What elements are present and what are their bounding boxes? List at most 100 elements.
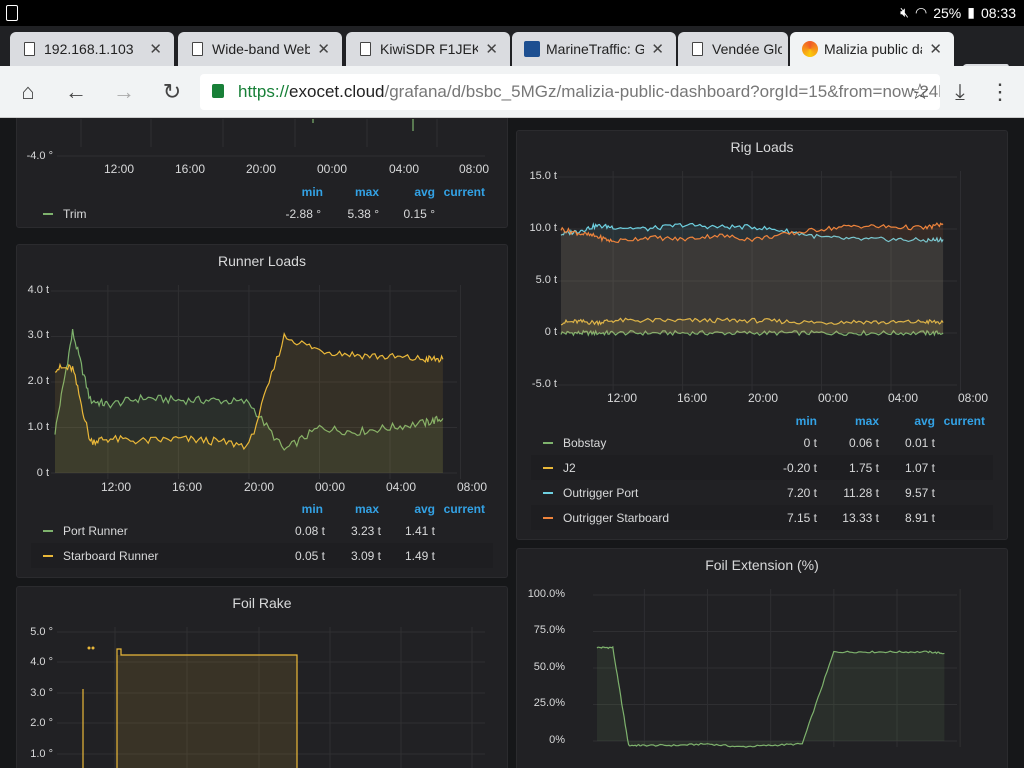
series-max: 0.06 t <box>848 436 879 450</box>
legend-row-j2[interactable]: J2 -0.20 t 1.75 t 1.07 t <box>531 455 993 480</box>
series-max: 13.33 t <box>842 511 879 525</box>
menu-icon[interactable]: ⋮ <box>986 78 1014 106</box>
series-min: -2.88 ° <box>285 207 321 221</box>
legend-row-port-runner[interactable]: Port Runner 0.08 t 3.23 t 1.41 t <box>31 518 493 543</box>
close-icon[interactable]: ✕ <box>317 40 330 58</box>
lock-icon <box>212 84 224 98</box>
trim-x-tick: 08:00 <box>458 162 490 176</box>
tab-4[interactable]: MarineTraffic: Global ✕ <box>512 32 676 66</box>
close-icon[interactable]: ✕ <box>651 40 664 58</box>
tab-5[interactable]: Vendée Globe <box>678 32 788 66</box>
tab-label: Malizia public dashboard <box>824 41 922 57</box>
series-name: Port Runner <box>63 524 128 538</box>
x-tick: 12:00 <box>100 480 132 494</box>
series-min: 7.15 t <box>786 511 817 525</box>
x-tick: 00:00 <box>817 391 849 405</box>
reload-icon[interactable]: ↻ <box>158 78 186 106</box>
legend-header-max[interactable]: max <box>335 502 379 516</box>
android-status-bar: 🔇︎ ◠ 25% ▮ 08:33 <box>0 0 1024 26</box>
close-icon[interactable]: ✕ <box>485 40 498 58</box>
wifi-icon: ◠ <box>914 4 928 20</box>
series-name: Outrigger Port <box>563 486 639 500</box>
tab-label: Vendée Globe <box>712 41 782 57</box>
x-tick: 08:00 <box>957 391 989 405</box>
legend-row-outrigger-starboard[interactable]: Outrigger Starboard 7.15 t 13.33 t 8.91 … <box>531 505 993 530</box>
series-swatch <box>543 517 553 519</box>
url-path: /grafana/d/bsbc_5MGz/malizia-public-dash… <box>384 82 940 101</box>
battery-icon: ▮ <box>967 4 975 20</box>
series-swatch <box>543 442 553 444</box>
series-avg: 8.91 t <box>904 511 935 525</box>
trim-x-tick: 12:00 <box>103 162 135 176</box>
series-name: Outrigger Starboard <box>563 511 670 525</box>
series-name: Bobstay <box>563 436 607 450</box>
legend-header-max[interactable]: max <box>335 185 379 199</box>
address-bar[interactable]: https://exocet.cloud/grafana/d/bsbc_5MGz… <box>200 74 940 110</box>
tab-2[interactable]: Wide-band WebSDR ✕ <box>178 32 342 66</box>
tab-3[interactable]: KiwiSDR F1JEK/ ✕ <box>346 32 510 66</box>
series-swatch <box>543 467 553 469</box>
tab-label: 192.168.1.103 <box>44 41 134 57</box>
legend-header-min[interactable]: min <box>281 185 323 199</box>
foil-extension-chart[interactable] <box>517 549 1009 768</box>
series-avg: 1.49 t <box>404 549 435 563</box>
runner-loads-panel: Runner Loads 4.0 t 3.0 t 2.0 t 1.0 t 0 t… <box>16 244 508 578</box>
legend-header-max[interactable]: max <box>835 414 879 428</box>
tab-label: MarineTraffic: Global <box>546 41 644 57</box>
x-tick: 00:00 <box>314 480 346 494</box>
tab-label: Wide-band WebSDR <box>212 41 310 57</box>
series-name: Trim <box>63 207 87 221</box>
close-icon[interactable]: ✕ <box>929 40 942 58</box>
back-icon[interactable]: ← <box>62 78 90 106</box>
series-max: 11.28 t <box>843 486 879 500</box>
marinetraffic-icon <box>524 41 540 57</box>
series-avg: 1.41 t <box>404 524 435 538</box>
foil-rake-panel: Foil Rake 5.0 ° 4.0 ° 3.0 ° 2.0 ° 1.0 ° <box>16 586 508 768</box>
trim-x-tick: 04:00 <box>388 162 420 176</box>
legend-header-min[interactable]: min <box>281 502 323 516</box>
legend-row-starboard-runner[interactable]: Starboard Runner 0.05 t 3.09 t 1.49 t <box>31 543 493 568</box>
forward-icon[interactable]: → <box>110 78 138 106</box>
legend-header-avg[interactable]: avg <box>893 414 935 428</box>
series-min: 0 t <box>803 436 817 450</box>
foil-extension-panel: Foil Extension (%) 100.0% 75.0% 50.0% 25… <box>516 548 1008 768</box>
clock: 08:33 <box>980 4 1016 21</box>
home-icon[interactable]: ⌂ <box>14 78 42 106</box>
legend-row-bobstay[interactable]: Bobstay 0 t 0.06 t 0.01 t <box>531 430 993 455</box>
series-name: J2 <box>563 461 576 475</box>
series-name: Starboard Runner <box>63 549 159 563</box>
grafana-icon <box>802 41 818 57</box>
browser-tab-strip: 192.168.1.103 ✕ Wide-band WebSDR ✕ KiwiS… <box>0 26 1024 84</box>
series-max: 1.75 t <box>848 461 879 475</box>
close-icon[interactable]: ✕ <box>149 40 162 58</box>
legend-header-current[interactable]: current <box>437 502 485 516</box>
legend-row-trim[interactable]: Trim -2.88 ° 5.38 ° 0.15 ° <box>31 201 493 226</box>
tab-active[interactable]: Malizia public dashboard ✕ <box>790 32 954 66</box>
trim-panel: -4.0 ° 12:00 16:00 20:00 00:00 04:00 08:… <box>16 118 508 228</box>
trim-y-tick: -4.0 ° <box>26 150 53 162</box>
legend-header-min[interactable]: min <box>775 414 817 428</box>
star-icon[interactable]: ☆ <box>906 78 934 106</box>
foil-rake-chart[interactable] <box>17 587 509 768</box>
legend-header-current[interactable]: current <box>937 414 985 428</box>
legend-header-current[interactable]: current <box>437 185 485 199</box>
legend-header-avg[interactable]: avg <box>393 185 435 199</box>
x-tick: 08:00 <box>456 480 488 494</box>
series-swatch <box>43 213 53 215</box>
series-swatch <box>43 555 53 557</box>
tab-label: KiwiSDR F1JEK/ <box>380 41 478 57</box>
series-max: 3.23 t <box>350 524 381 538</box>
dashboard: -4.0 ° 12:00 16:00 20:00 00:00 04:00 08:… <box>0 118 1024 768</box>
x-tick: 20:00 <box>243 480 275 494</box>
x-tick: 04:00 <box>385 480 417 494</box>
legend-header-avg[interactable]: avg <box>393 502 435 516</box>
download-icon[interactable]: ⤓ <box>946 78 974 106</box>
series-max: 5.38 ° <box>347 207 380 221</box>
document-icon <box>192 42 203 56</box>
legend-row-outrigger-port[interactable]: Outrigger Port 7.20 t 11.28 t 9.57 t <box>531 480 993 505</box>
x-tick: 04:00 <box>887 391 919 405</box>
series-avg: 1.07 t <box>904 461 935 475</box>
series-swatch <box>43 530 53 532</box>
tab-1[interactable]: 192.168.1.103 ✕ <box>10 32 174 66</box>
series-max: 3.09 t <box>350 549 381 563</box>
